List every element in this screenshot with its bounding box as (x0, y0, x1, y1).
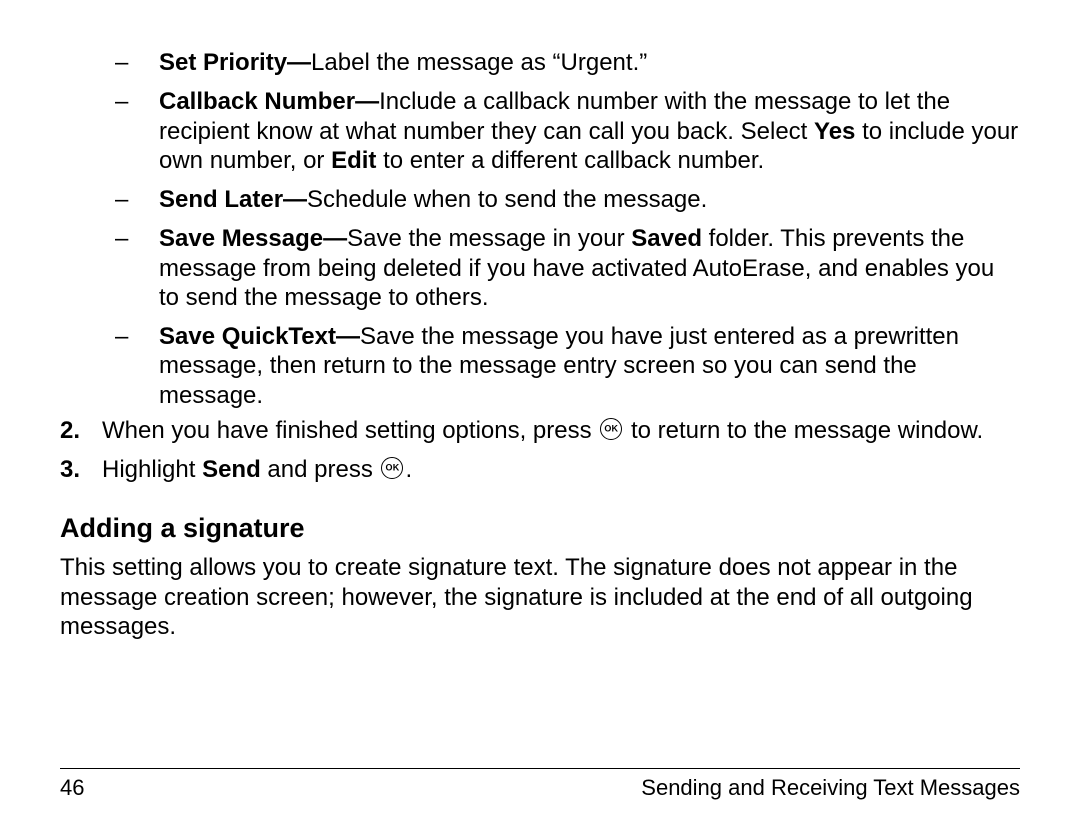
step-text-a: Highlight (102, 456, 202, 483)
section-body: This setting allows you to create signat… (60, 553, 1020, 641)
page-footer: 46 Sending and Receiving Text Messages (60, 768, 1020, 802)
option-save-message: Save Message—Save the message in your Sa… (115, 224, 1020, 312)
option-desc-c: to enter a different callback number. (376, 147, 764, 174)
option-desc: Label the message as “Urgent.” (311, 49, 647, 76)
ok-button-icon (381, 457, 403, 479)
option-name: Send Later— (159, 186, 307, 213)
numbered-steps: 2. When you have finished setting option… (60, 416, 1020, 485)
step-text-a: When you have finished setting options, … (102, 417, 598, 444)
step-text-b: to return to the message window. (624, 417, 983, 444)
list-item-text: Set Priority—Label the message as “Urgen… (159, 48, 1020, 77)
label-send: Send (202, 456, 261, 483)
option-list: Set Priority—Label the message as “Urgen… (115, 48, 1020, 410)
chapter-title: Sending and Receiving Text Messages (641, 775, 1020, 802)
list-item-text: Save Message—Save the message in your Sa… (159, 224, 1020, 312)
list-item-text: Save QuickText—Save the message you have… (159, 322, 1020, 410)
option-send-later: Send Later—Schedule when to send the mes… (115, 185, 1020, 214)
step-text-c: . (405, 456, 412, 483)
option-desc-a: Save the message in your (347, 225, 631, 252)
label-edit: Edit (331, 147, 376, 174)
option-name: Callback Number— (159, 88, 379, 115)
option-name: Set Priority— (159, 49, 311, 76)
page-number: 46 (60, 775, 84, 802)
step-2: 2. When you have finished setting option… (60, 416, 1020, 445)
label-saved: Saved (631, 225, 702, 252)
option-save-quicktext: Save QuickText—Save the message you have… (115, 322, 1020, 410)
option-callback-number: Callback Number—Include a callback numbe… (115, 87, 1020, 175)
label-yes: Yes (814, 118, 855, 145)
section-heading: Adding a signature (60, 512, 1020, 545)
step-number: 2. (60, 416, 80, 445)
list-item-text: Callback Number—Include a callback numbe… (159, 87, 1020, 175)
option-name: Save QuickText— (159, 323, 360, 350)
option-name: Save Message— (159, 225, 347, 252)
step-3: 3. Highlight Send and press . (60, 455, 1020, 484)
page-content: Set Priority—Label the message as “Urgen… (0, 0, 1080, 641)
step-text-b: and press (261, 456, 380, 483)
ok-button-icon (600, 418, 622, 440)
list-item-text: Send Later—Schedule when to send the mes… (159, 185, 1020, 214)
option-desc: Schedule when to send the message. (307, 186, 707, 213)
step-number: 3. (60, 455, 80, 484)
option-set-priority: Set Priority—Label the message as “Urgen… (115, 48, 1020, 77)
